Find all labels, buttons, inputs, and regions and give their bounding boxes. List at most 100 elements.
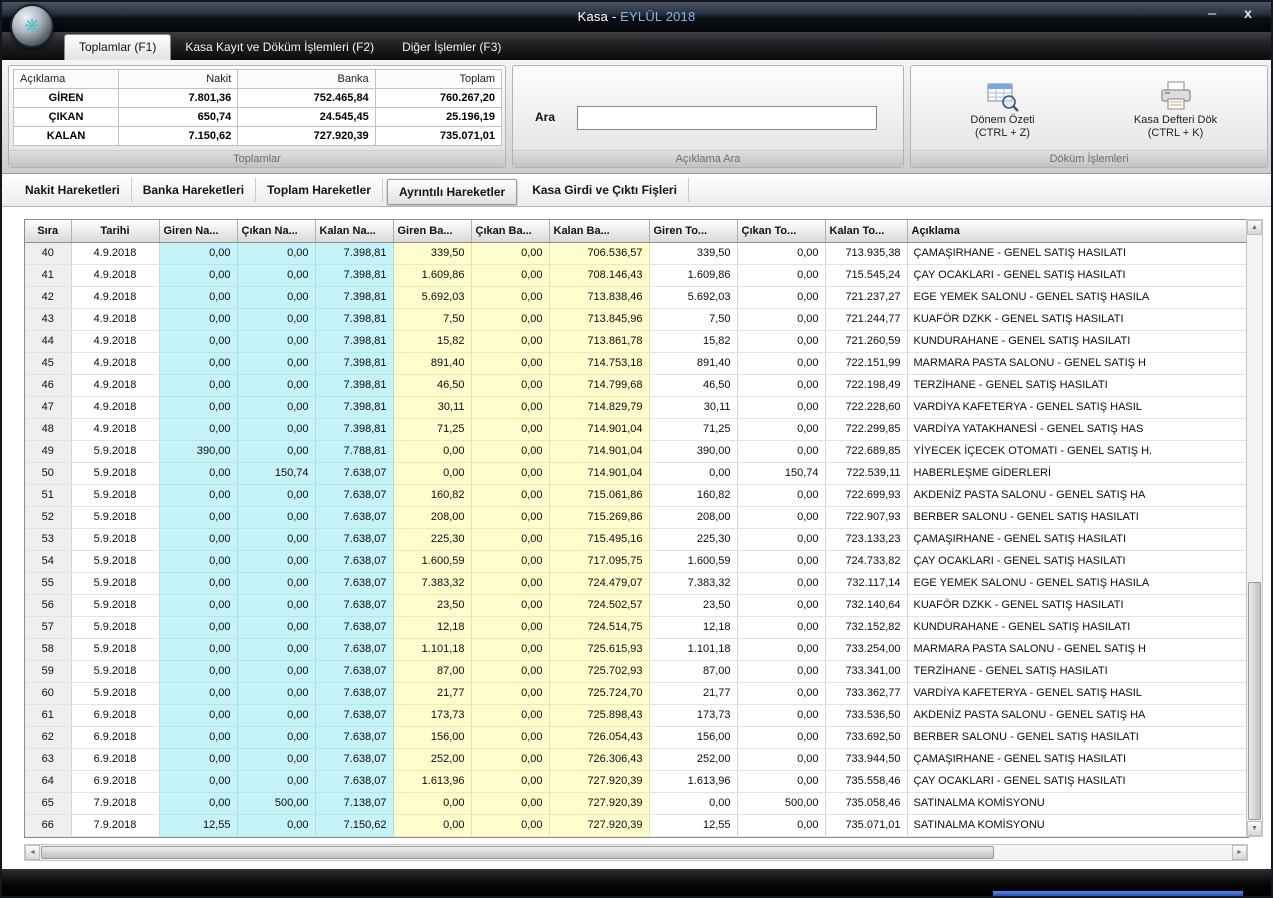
table-row[interactable]: 495.9.2018390,000,007.788,810,000,00714.…	[25, 440, 1247, 462]
table-row[interactable]: 626.9.20180,000,007.638,07156,000,00726.…	[25, 726, 1247, 748]
cell: 4.9.2018	[71, 418, 159, 440]
search-label: Ara	[535, 110, 555, 124]
horizontal-scroll-thumb[interactable]	[41, 846, 994, 859]
cell: 6.9.2018	[71, 704, 159, 726]
table-row[interactable]: 414.9.20180,000,007.398,811.609,860,0070…	[25, 264, 1247, 286]
table-row[interactable]: 484.9.20180,000,007.398,8171,250,00714.9…	[25, 418, 1247, 440]
table-row[interactable]: 565.9.20180,000,007.638,0723,500,00724.5…	[25, 594, 1247, 616]
cell: 208,00	[649, 506, 737, 528]
column-header[interactable]: Giren Na...	[159, 220, 237, 242]
vertical-scroll-thumb[interactable]	[1248, 582, 1261, 820]
table-row[interactable]: 404.9.20180,000,007.398,81339,500,00706.…	[25, 242, 1247, 264]
table-row[interactable]: 535.9.20180,000,007.638,07225,300,00715.…	[25, 528, 1247, 550]
table-row[interactable]: 555.9.20180,000,007.638,077.383,320,0072…	[25, 572, 1247, 594]
cell: 725.898,43	[549, 704, 649, 726]
kasa-defteri-dok-button[interactable]: Kasa Defteri Dök (CTRL + K)	[1093, 74, 1258, 144]
table-row[interactable]: 464.9.20180,000,007.398,8146,500,00714.7…	[25, 374, 1247, 396]
column-header[interactable]: Kalan Na...	[315, 220, 393, 242]
column-header[interactable]: Tarihi	[71, 220, 159, 242]
cell: 0,00	[471, 682, 549, 704]
cell: 61	[25, 704, 71, 726]
table-row[interactable]: 616.9.20180,000,007.638,07173,730,00725.…	[25, 704, 1247, 726]
vertical-scrollbar[interactable]: ▲ ▼	[1246, 219, 1263, 837]
column-header[interactable]: Giren To...	[649, 220, 737, 242]
cell: 4.9.2018	[71, 286, 159, 308]
cell: 7.788,81	[315, 440, 393, 462]
cell: 4.9.2018	[71, 374, 159, 396]
cell: 0,00	[159, 726, 237, 748]
cell: 727.920,39	[549, 792, 649, 814]
tab-kasa-girdi-cikti-fisleri[interactable]: Kasa Girdi ve Çıktı Fişleri	[521, 178, 689, 202]
group-caption-toplamlar: Toplamlar	[9, 150, 505, 167]
tab-toplamlar[interactable]: Toplamlar (F1)	[64, 34, 171, 60]
donem-ozeti-shortcut: (CTRL + Z)	[975, 127, 1030, 140]
cell: 5.9.2018	[71, 440, 159, 462]
cell: 0,00	[737, 528, 825, 550]
cell: 0,00	[237, 308, 315, 330]
cell: 0,00	[471, 330, 549, 352]
table-row[interactable]: 575.9.20180,000,007.638,0712,180,00724.5…	[25, 616, 1247, 638]
column-header[interactable]: Çıkan Ba...	[471, 220, 549, 242]
cell: 7.638,07	[315, 704, 393, 726]
cell: ÇAMAŞIRHANE - GENEL SATIŞ HASILATI	[907, 242, 1247, 264]
tab-nakit-hareketleri[interactable]: Nakit Hareketleri	[14, 178, 132, 202]
donem-ozeti-button[interactable]: Dönem Özeti (CTRL + Z)	[920, 74, 1085, 144]
tab-diger-islemler[interactable]: Diğer İşlemler (F3)	[388, 35, 515, 60]
table-row[interactable]: 545.9.20180,000,007.638,071.600,590,0071…	[25, 550, 1247, 572]
table-row[interactable]: 646.9.20180,000,007.638,071.613,960,0072…	[25, 770, 1247, 792]
minimize-button[interactable]: –	[1201, 5, 1223, 22]
column-header[interactable]: Açıklama	[907, 220, 1247, 242]
cell: 717.095,75	[549, 550, 649, 572]
tab-banka-hareketleri[interactable]: Banka Hareketleri	[132, 178, 256, 202]
cell: 1.609,86	[393, 264, 471, 286]
donem-ozeti-label: Dönem Özeti	[970, 114, 1034, 127]
totals-header-toplam: Toplam	[375, 70, 501, 89]
table-row[interactable]: 595.9.20180,000,007.638,0787,000,00725.7…	[25, 660, 1247, 682]
column-header[interactable]: Sıra	[25, 220, 71, 242]
movements-grid: SıraTarihiGiren Na...Çıkan Na...Kalan Na…	[24, 219, 1249, 838]
table-row[interactable]: 454.9.20180,000,007.398,81891,400,00714.…	[25, 352, 1247, 374]
column-header[interactable]: Kalan To...	[825, 220, 907, 242]
table-row[interactable]: 424.9.20180,000,007.398,815.692,030,0071…	[25, 286, 1247, 308]
table-row[interactable]: 515.9.20180,000,007.638,07160,820,00715.…	[25, 484, 1247, 506]
cell: 722.198,49	[825, 374, 907, 396]
cell: MARMARA PASTA SALONU - GENEL SATIŞ H	[907, 352, 1247, 374]
tab-ayrintili-hareketler[interactable]: Ayrıntılı Hareketler	[387, 179, 517, 205]
column-header[interactable]: Çıkan Na...	[237, 220, 315, 242]
column-header[interactable]: Kalan Ba...	[549, 220, 649, 242]
horizontal-scrollbar[interactable]: ◄ ►	[24, 844, 1248, 861]
table-row[interactable]: 525.9.20180,000,007.638,07208,000,00715.…	[25, 506, 1247, 528]
app-window: Kasa - EYLÜL 2018 – x ❋ Toplamlar (F1) K…	[0, 0, 1273, 898]
totals-value: 25.196,19	[375, 108, 501, 127]
scroll-down-icon[interactable]: ▼	[1247, 821, 1262, 836]
scroll-left-icon[interactable]: ◄	[25, 845, 40, 860]
totals-value: 650,74	[119, 108, 238, 127]
cell: 0,00	[471, 814, 549, 836]
close-button[interactable]: x	[1237, 5, 1259, 21]
column-header[interactable]: Çıkan To...	[737, 220, 825, 242]
table-row[interactable]: 605.9.20180,000,007.638,0721,770,00725.7…	[25, 682, 1247, 704]
cell: KUAFÖR DZKK - GENEL SATIŞ HASILATI	[907, 594, 1247, 616]
table-row[interactable]: 667.9.201812,550,007.150,620,000,00727.9…	[25, 814, 1247, 836]
cell: 735.071,01	[825, 814, 907, 836]
table-row[interactable]: 505.9.20180,00150,747.638,070,000,00714.…	[25, 462, 1247, 484]
tab-kasa-kayit-dokum[interactable]: Kasa Kayıt ve Döküm İşlemleri (F2)	[171, 35, 388, 60]
cell: 5.9.2018	[71, 506, 159, 528]
table-row[interactable]: 585.9.20180,000,007.638,071.101,180,0072…	[25, 638, 1247, 660]
scroll-right-icon[interactable]: ►	[1232, 845, 1247, 860]
tab-toplam-hareketler[interactable]: Toplam Hareketler	[256, 178, 383, 202]
cell: 5.9.2018	[71, 528, 159, 550]
search-input[interactable]	[577, 106, 877, 130]
app-icon[interactable]: ❋	[10, 4, 54, 48]
scroll-up-icon[interactable]: ▲	[1247, 220, 1262, 235]
table-row[interactable]: 636.9.20180,000,007.638,07252,000,00726.…	[25, 748, 1247, 770]
cell: 0,00	[237, 726, 315, 748]
column-header[interactable]: Giren Ba...	[393, 220, 471, 242]
table-row[interactable]: 474.9.20180,000,007.398,8130,110,00714.8…	[25, 396, 1247, 418]
table-row[interactable]: 434.9.20180,000,007.398,817,500,00713.84…	[25, 308, 1247, 330]
cell: 0,00	[737, 286, 825, 308]
cell: 225,30	[393, 528, 471, 550]
table-row[interactable]: 657.9.20180,00500,007.138,070,000,00727.…	[25, 792, 1247, 814]
table-row[interactable]: 444.9.20180,000,007.398,8115,820,00713.8…	[25, 330, 1247, 352]
cell: 5.9.2018	[71, 660, 159, 682]
